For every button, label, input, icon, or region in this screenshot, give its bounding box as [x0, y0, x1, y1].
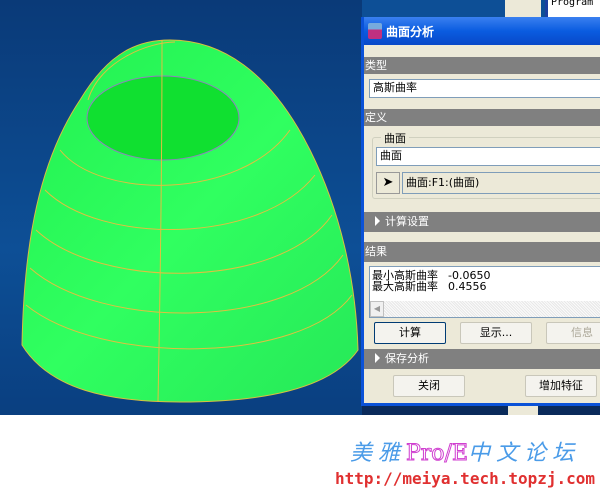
background-panel: [505, 0, 541, 17]
select-arrow-button[interactable]: ➤: [376, 172, 400, 194]
watermark: 美雅Pro/E中文论坛 http://meiya.tech.topzj.com: [330, 435, 600, 489]
watermark-part: 美雅: [349, 441, 406, 466]
save-analysis-label: 保存分析: [385, 352, 429, 365]
results-section-header: 结果: [364, 242, 600, 262]
dialog-titlebar[interactable]: 曲面分析: [364, 17, 600, 45]
add-feature-button[interactable]: 增加特征: [525, 375, 597, 397]
watermark-title: 美雅Pro/E中文论坛: [330, 435, 600, 467]
result-label: 最大高斯曲率: [372, 280, 438, 293]
watermark-proe: Pro/E: [405, 441, 469, 467]
dialog-title: 曲面分析: [386, 24, 435, 39]
surface-field[interactable]: 曲面: [376, 147, 600, 166]
compute-button[interactable]: 计算: [374, 322, 446, 344]
definition-section-header: 定义: [364, 109, 600, 126]
horizontal-scrollbar[interactable]: ◀: [370, 301, 600, 317]
taskbar-strip: [362, 405, 600, 415]
result-value: 0.4556: [448, 280, 487, 293]
surface-group-label: 曲面: [381, 130, 409, 146]
model-viewport[interactable]: [0, 0, 362, 415]
expand-icon: [375, 216, 380, 226]
display-button[interactable]: 显示...: [460, 322, 532, 344]
info-button[interactable]: 信息: [546, 322, 600, 344]
surface-selection[interactable]: 曲面:F1:(曲面): [402, 172, 600, 194]
app-icon: [368, 23, 382, 39]
results-box: 最小高斯曲率 -0.0650 最大高斯曲率 0.4556 ◀: [369, 266, 600, 318]
scroll-left-icon[interactable]: ◀: [370, 301, 384, 317]
result-row: 最大高斯曲率 0.4556: [372, 281, 600, 292]
type-select[interactable]: 高斯曲率: [369, 79, 600, 98]
compute-settings-header[interactable]: 计算设置: [364, 212, 600, 232]
dome-surface-model: [21, 39, 359, 403]
type-section-header: 类型: [364, 57, 600, 74]
background-window-text: Program (i: [545, 0, 600, 17]
expand-icon: [375, 353, 380, 363]
cursor-arrow-icon: ➤: [382, 175, 394, 190]
surface-analysis-dialog: 曲面分析 类型 高斯曲率 定义 曲面 曲面 ➤ 曲面:F1:(曲面) 计算设置 …: [361, 17, 600, 406]
watermark-url: http://meiya.tech.topzj.com: [334, 469, 596, 488]
watermark-part: 中文论坛: [468, 441, 581, 466]
close-button[interactable]: 关闭: [393, 375, 465, 397]
save-analysis-header[interactable]: 保存分析: [364, 349, 600, 369]
compute-settings-label: 计算设置: [385, 215, 429, 228]
